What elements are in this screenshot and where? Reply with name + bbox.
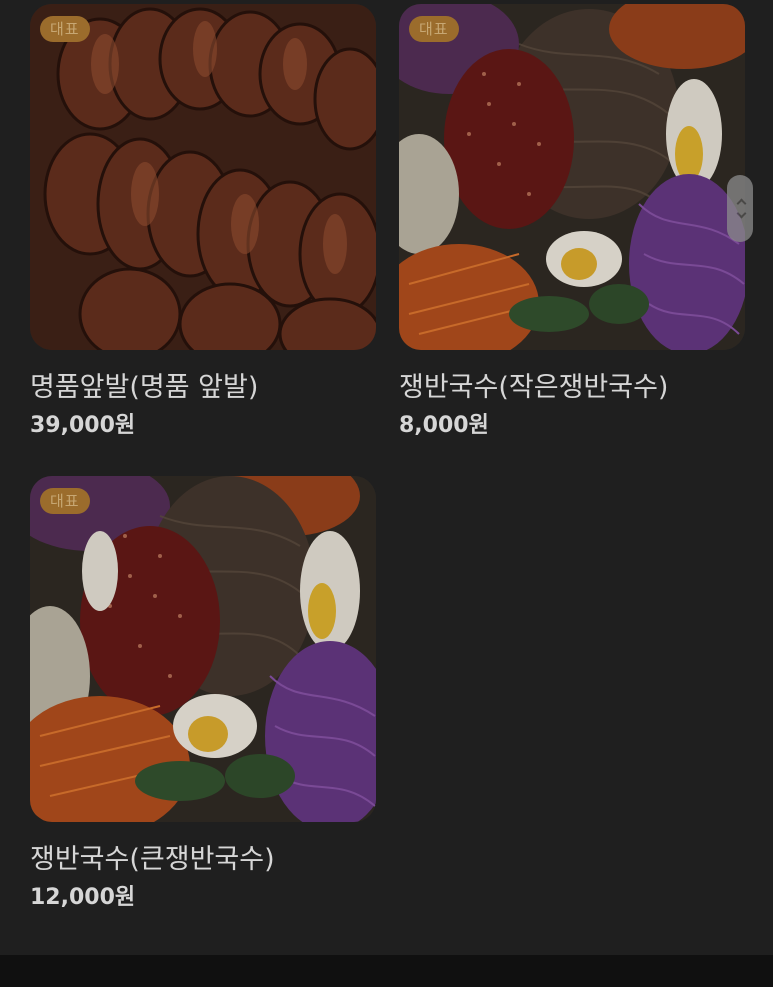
menu-item-price: 12,000원 xyxy=(30,885,136,910)
representative-badge: 대표 xyxy=(40,16,90,42)
tray-noodles-photo xyxy=(30,476,376,822)
menu-item-card[interactable]: 대표 쟁반국수(작은쟁반국수) 8,000원 xyxy=(399,4,745,439)
menu-item-card[interactable]: 대표 명품앞발(명품 앞발) 39,000원 xyxy=(30,4,376,439)
menu-item-card[interactable]: 대표 쟁반국수(큰쟁반국수) 12,000원 xyxy=(30,476,376,911)
menu-item-name[interactable]: 쟁반국수(큰쟁반국수) xyxy=(30,844,376,876)
menu-item-image[interactable]: 대표 xyxy=(30,476,376,822)
representative-badge: 대표 xyxy=(40,488,90,514)
braised-pork-photo xyxy=(30,4,376,350)
menu-page: 대표 명품앞발(명품 앞발) 39,000원 대표 쟁반국수(작은쟁반국수) 8… xyxy=(0,0,773,987)
menu-item-name[interactable]: 쟁반국수(작은쟁반국수) xyxy=(399,372,745,404)
menu-item-image[interactable]: 대표 xyxy=(30,4,376,350)
bottom-bar xyxy=(0,955,773,987)
menu-item-price: 39,000원 xyxy=(30,413,136,438)
menu-item-image[interactable]: 대표 xyxy=(399,4,745,350)
menu-item-name[interactable]: 명품앞발(명품 앞발) xyxy=(30,372,376,404)
representative-badge: 대표 xyxy=(409,16,459,42)
tray-noodles-photo xyxy=(399,4,745,350)
scroll-handle[interactable] xyxy=(727,175,753,242)
menu-item-price: 8,000원 xyxy=(399,413,489,438)
